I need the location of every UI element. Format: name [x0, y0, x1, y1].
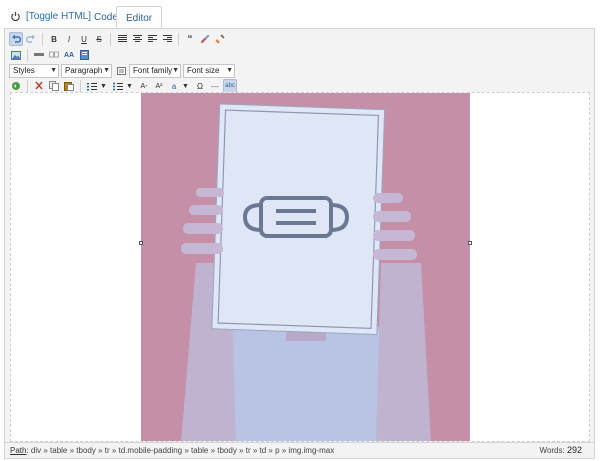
chevron-down-icon: ▼ [226, 67, 233, 74]
word-count-label: Words: [539, 446, 565, 455]
toolbar-separator [27, 48, 28, 62]
cut-icon[interactable] [32, 79, 46, 93]
font-size-select-value: Font size [187, 66, 220, 75]
unordered-list-icon[interactable] [111, 79, 125, 93]
align-right-icon[interactable] [160, 32, 174, 46]
editor-frame: B I U S “ AA Styles ▼ Paragraph ▼ Font f… [4, 28, 595, 459]
power-icon [11, 11, 20, 22]
tab-editor[interactable]: Editor [116, 6, 163, 29]
align-justify-icon[interactable] [115, 32, 129, 46]
font-size-select[interactable]: Font size ▼ [183, 64, 235, 78]
toolbar-row-3: Styles ▼ Paragraph ▼ Font family ▼ Font … [9, 64, 237, 78]
font-smaller-icon[interactable]: A- [137, 79, 151, 93]
blockquote-icon[interactable]: “ [183, 32, 197, 46]
font-family-select[interactable]: Font family ▼ [129, 64, 181, 78]
align-center-icon[interactable] [130, 32, 144, 46]
image-icon[interactable] [9, 48, 23, 62]
resize-handle-left[interactable] [139, 241, 143, 245]
chevron-down-icon[interactable]: ▼ [126, 79, 133, 93]
editor-header: [Toggle HTML] Code Editor [0, 0, 600, 29]
styles-select-value: Styles [13, 66, 35, 75]
paragraph-select-value: Paragraph [65, 66, 103, 75]
resize-handle-right[interactable] [468, 241, 472, 245]
toolbar-separator [42, 32, 43, 46]
toolbar-separator [27, 79, 28, 93]
underline-icon[interactable]: U [77, 32, 91, 46]
toolbar-row-4: ▼ ▼ A- A² a ▼ Ω — abc [9, 79, 238, 93]
redo-icon[interactable] [24, 32, 38, 46]
photo-person-holding-paper [141, 93, 470, 441]
align-left-icon[interactable] [145, 32, 159, 46]
unlink-icon[interactable] [198, 32, 212, 46]
anchor-icon[interactable] [47, 48, 61, 62]
copy-icon[interactable] [47, 79, 61, 93]
toolbar-row-2: AA [9, 48, 92, 62]
toolbar-row-1: B I U S “ [9, 32, 228, 46]
toolbar-separator [178, 32, 179, 46]
path-label: Path [10, 446, 27, 455]
toggle-html-label: [Toggle HTML] [26, 11, 92, 22]
italic-icon[interactable]: I [62, 32, 76, 46]
spellcheck-icon[interactable]: abc [223, 79, 237, 93]
element-path: : div » table » tbody » tr » td.mobile-p… [26, 446, 335, 455]
status-bar: Path: div » table » tbody » tr » td.mobi… [5, 442, 594, 458]
chevron-down-icon[interactable]: ▼ [100, 79, 107, 93]
selected-image[interactable] [141, 93, 470, 441]
format-icon[interactable] [114, 64, 128, 78]
text-color-icon[interactable]: a [167, 79, 181, 93]
paste-icon[interactable] [62, 79, 76, 93]
ordered-list-icon[interactable] [85, 79, 99, 93]
chevron-down-icon: ▼ [50, 67, 57, 74]
preview-icon[interactable] [9, 79, 23, 93]
styles-select[interactable]: Styles ▼ [9, 64, 59, 78]
clean-icon[interactable] [213, 32, 227, 46]
paste-word-icon[interactable] [77, 48, 91, 62]
toggle-html-link[interactable]: [Toggle HTML] [10, 11, 91, 22]
omega-icon[interactable]: Ω [193, 79, 207, 93]
toolbar-separator [110, 32, 111, 46]
chevron-down-icon: ▼ [172, 67, 179, 74]
hr-icon[interactable]: — [208, 79, 222, 93]
replace-icon[interactable]: AA [62, 48, 76, 62]
undo-icon[interactable] [9, 32, 23, 46]
toolbar-separator [80, 79, 81, 93]
word-count-value: 292 [566, 445, 582, 455]
strikethrough-icon[interactable]: S [92, 32, 106, 46]
word-count: Words: 292 [540, 443, 582, 458]
editor-content-area[interactable] [10, 92, 590, 442]
paragraph-select[interactable]: Paragraph ▼ [61, 64, 112, 78]
chevron-down-icon: ▼ [103, 67, 110, 74]
horizontal-rule-icon[interactable] [32, 48, 46, 62]
chevron-down-icon[interactable]: ▼ [182, 79, 189, 93]
font-family-select-value: Font family [133, 66, 173, 75]
superscript-icon[interactable]: A² [152, 79, 166, 93]
bold-icon[interactable]: B [47, 32, 61, 46]
